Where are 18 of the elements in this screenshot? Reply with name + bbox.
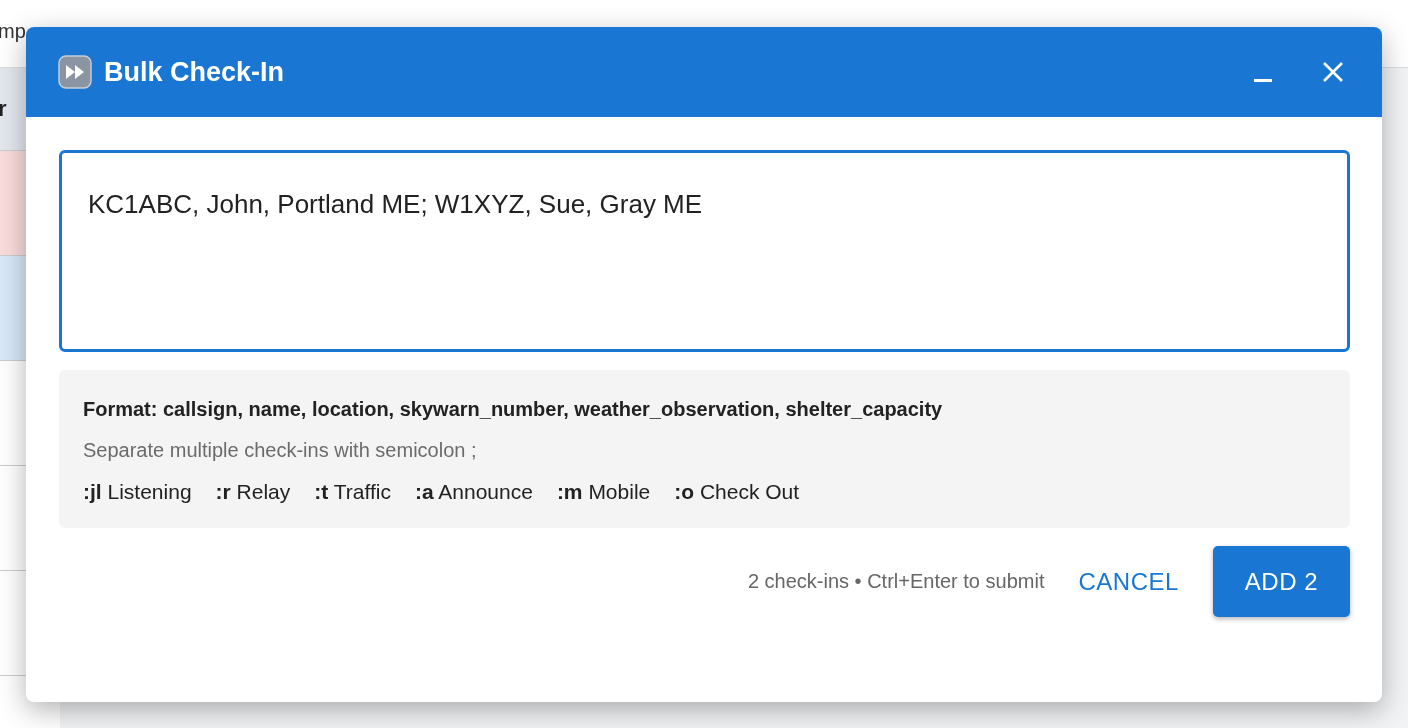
hint-text: Separate multiple check-ins with semicolon ; <box>83 439 478 462</box>
bookmark-label[interactable]: mp <box>0 20 26 43</box>
column-header: r <box>0 96 7 122</box>
shortcut-text: :o Check Out <box>674 480 800 504</box>
cancel-button[interactable]: CANCEL <box>1066 547 1191 616</box>
dialog-title: Bulk Check-In <box>104 56 285 88</box>
shortcut-text: :a Announce <box>414 480 533 504</box>
add-button[interactable]: ADD 2 <box>1212 546 1350 617</box>
status-text: 2 check-ins • Ctrl+Enter to submit <box>747 570 1045 593</box>
shortcut-text: :r Relay <box>215 480 291 504</box>
shortcut-text: :m Mobile <box>556 480 651 504</box>
shortcut-text: :t Traffic <box>314 480 391 504</box>
check-in-input-field[interactable]: KC1ABC, John, Portland ME; W1XYZ, Sue, Gray ME <box>59 150 1350 352</box>
minimize-icon <box>1254 78 1272 82</box>
fast-forward-icon <box>58 55 92 89</box>
format-text: Format: callsign, name, location, skywarn_number, weather_observation, shelter_capacity <box>83 398 944 421</box>
shortcut-text: :jl Listening <box>83 480 192 504</box>
close-icon <box>1322 61 1344 83</box>
